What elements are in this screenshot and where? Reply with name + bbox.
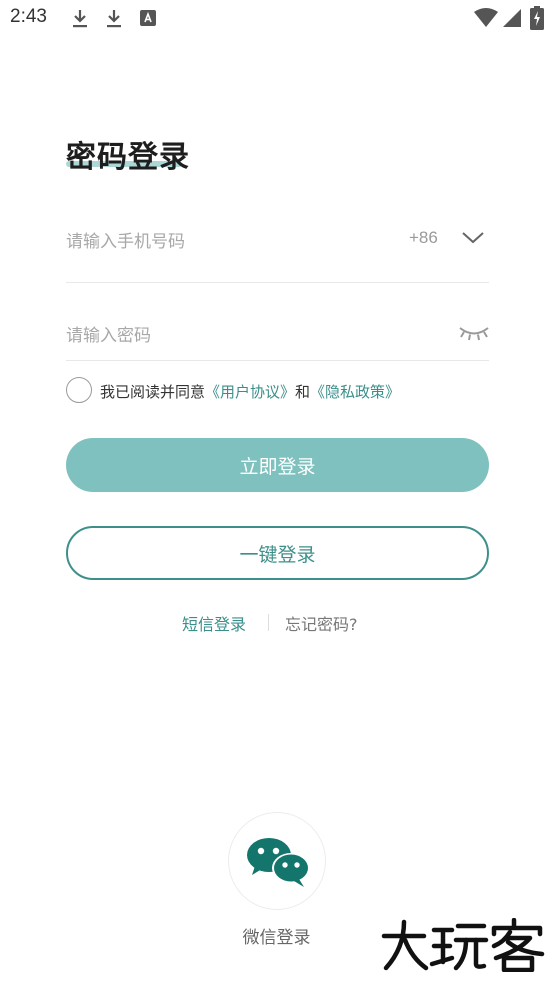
chevron-down-icon[interactable] [462,231,484,245]
agreement-checkbox[interactable] [66,377,92,403]
battery-charging-icon [530,6,544,30]
agreement-row: 我已阅读并同意《用户协议》和《隐私政策》 [66,376,496,406]
status-time: 2:43 [10,6,47,27]
agreement-text: 我已阅读并同意《用户协议》和《隐私政策》 [100,381,400,402]
password-divider [66,360,489,361]
page-title: 密码登录 [66,140,190,175]
watermark-logo [381,918,545,972]
phone-placeholder: 请输入手机号码 [66,232,185,252]
phone-divider [66,282,489,283]
status-bar: 2:43 [0,0,553,38]
password-placeholder: 请输入密码 [66,326,151,346]
password-field[interactable]: 请输入密码 [66,303,489,361]
wechat-icon [247,838,310,887]
wifi-icon [474,8,498,27]
login-button[interactable]: 立即登录 [66,438,489,492]
agreement-prefix: 我已阅读并同意 [100,383,206,401]
forgot-password-link[interactable]: 忘记密码? [285,611,358,635]
link-divider [268,614,269,631]
download-icon [107,10,121,28]
one-click-login-button[interactable]: 一键登录 [66,526,489,580]
privacy-policy-link[interactable]: 《隐私政策》 [310,383,400,401]
eye-closed-icon[interactable] [458,323,490,343]
user-agreement-link[interactable]: 《用户协议》 [205,383,295,401]
app-notification-icon [140,10,156,26]
country-code[interactable]: +86 [409,228,438,248]
signal-icon [503,9,521,27]
download-icon [73,10,87,28]
phone-field[interactable]: 请输入手机号码 +86 [66,205,489,283]
wechat-login-button[interactable] [228,812,326,910]
agreement-and: 和 [295,383,311,401]
sms-login-link[interactable]: 短信登录 [182,611,246,635]
